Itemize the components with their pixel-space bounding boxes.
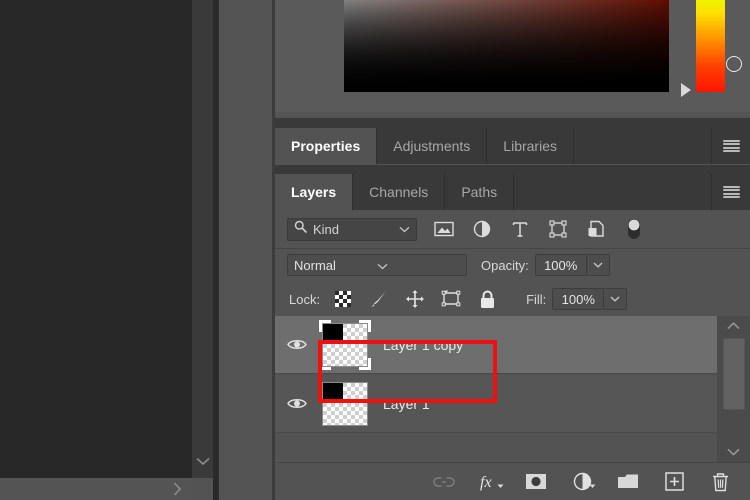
tab-channels[interactable]: Channels (353, 174, 445, 210)
fill-chevron-down-icon[interactable] (604, 288, 627, 310)
color-picker-cursor[interactable] (726, 56, 742, 72)
chevron-down-icon[interactable] (717, 442, 750, 462)
chevron-down-icon[interactable] (399, 220, 410, 238)
lock-artboard-nesting[interactable] (440, 288, 462, 310)
link-layers-button[interactable] (432, 470, 456, 494)
chevron-down-icon (589, 476, 596, 494)
layer-name: Layer 1 (383, 396, 430, 412)
filter-toggle[interactable] (623, 218, 645, 240)
tab-libraries[interactable]: Libraries (487, 128, 574, 164)
layer-style-button[interactable]: fx (478, 470, 502, 494)
fill-label: Fill: (526, 292, 546, 307)
layers-scroll-thumb[interactable] (723, 338, 745, 410)
opacity-label: Opacity: (481, 258, 529, 273)
layer-visibility-toggle[interactable] (275, 375, 319, 433)
photoshop-window: Properties Adjustments Libraries Layers … (0, 0, 750, 500)
filter-kind-dropdown[interactable]: Kind (287, 218, 417, 241)
tab-bar-filler (574, 128, 712, 164)
blend-mode-value: Normal (294, 258, 377, 273)
tab-adjustments[interactable]: Adjustments (377, 128, 487, 164)
layer-filter-row: Kind (275, 210, 750, 249)
layers-tab-bar: Layers Channels Paths (275, 165, 750, 210)
thumbnail-black-shape (323, 383, 343, 402)
hue-slider-marker[interactable] (681, 83, 691, 97)
type-layer-filter[interactable] (509, 218, 531, 240)
adjustment-layer-filter[interactable] (471, 218, 493, 240)
layers-panel-menu-icon[interactable] (712, 174, 750, 210)
layers-panel-body: Kind (275, 210, 750, 462)
lock-label: Lock: (289, 292, 320, 307)
layers-bottom-toolbar: fx (275, 462, 750, 500)
lock-position[interactable] (404, 288, 426, 310)
tab-layers[interactable]: Layers (275, 174, 353, 210)
blend-mode-dropdown[interactable]: Normal (287, 254, 467, 276)
fill-input[interactable]: 100% (552, 288, 604, 310)
layer-name: Layer 1 copy (383, 337, 463, 353)
tab-bar-filler (514, 174, 712, 210)
thumbnail-black-shape (323, 324, 343, 343)
new-group-button[interactable] (616, 470, 640, 494)
chevron-down-icon (497, 476, 504, 494)
color-picker-panel (275, 0, 750, 118)
saturation-brightness-field[interactable] (344, 0, 669, 92)
new-adjustment-layer-button[interactable] (570, 470, 594, 494)
hue-slider[interactable] (696, 0, 725, 92)
new-layer-button[interactable] (662, 470, 686, 494)
filter-kind-label: Kind (313, 222, 399, 237)
opacity-chevron-down-icon[interactable] (587, 254, 610, 276)
right-panel-stack: Properties Adjustments Libraries Layers … (275, 0, 750, 500)
tab-properties[interactable]: Properties (275, 128, 377, 164)
layers-scrollbar[interactable] (717, 316, 750, 462)
layer-list: Layer 1 copy Layer 1 (275, 316, 750, 462)
smart-object-filter[interactable] (585, 218, 607, 240)
field-shading (344, 0, 669, 92)
properties-panel-menu-icon[interactable] (712, 128, 750, 164)
thumbnail-image (322, 382, 368, 426)
layer-type-filters (433, 218, 645, 240)
properties-tab-bar: Properties Adjustments Libraries (275, 118, 750, 164)
canvas-scroll-right-icon[interactable] (166, 478, 188, 500)
lock-transparent-pixels[interactable] (332, 288, 354, 310)
table-row[interactable]: Layer 1 (275, 375, 717, 433)
layer-visibility-toggle[interactable] (275, 316, 319, 374)
canvas-horizontal-scrollbar[interactable] (0, 478, 192, 500)
layer-thumbnail[interactable] (319, 380, 371, 428)
canvas-vertical-scrollbar[interactable] (192, 0, 213, 478)
blend-mode-row: Normal Opacity: 100% (275, 248, 750, 282)
lock-row: Lock: (275, 282, 750, 316)
thumbnail-image (322, 323, 368, 367)
search-icon (294, 220, 307, 238)
chevron-down-icon[interactable] (377, 258, 460, 273)
fill-value: 100% (562, 292, 595, 307)
lock-image-pixels[interactable] (368, 288, 390, 310)
shape-layer-filter[interactable] (547, 218, 569, 240)
pixel-layer-filter[interactable] (433, 218, 455, 240)
lock-all[interactable] (476, 288, 498, 310)
lock-buttons (332, 288, 498, 310)
table-row[interactable]: Layer 1 copy (275, 316, 717, 374)
document-canvas[interactable] (0, 0, 192, 478)
opacity-value: 100% (544, 258, 577, 273)
chevron-up-icon[interactable] (717, 316, 750, 336)
tab-paths[interactable]: Paths (445, 174, 514, 210)
svg-text:fx: fx (480, 474, 492, 491)
layer-thumbnail[interactable] (319, 321, 371, 369)
opacity-input[interactable]: 100% (535, 254, 587, 276)
delete-layer-button[interactable] (708, 470, 732, 494)
add-layer-mask-button[interactable] (524, 470, 548, 494)
canvas-scroll-down-icon[interactable] (193, 450, 213, 472)
panel-gutter-light (219, 0, 275, 500)
